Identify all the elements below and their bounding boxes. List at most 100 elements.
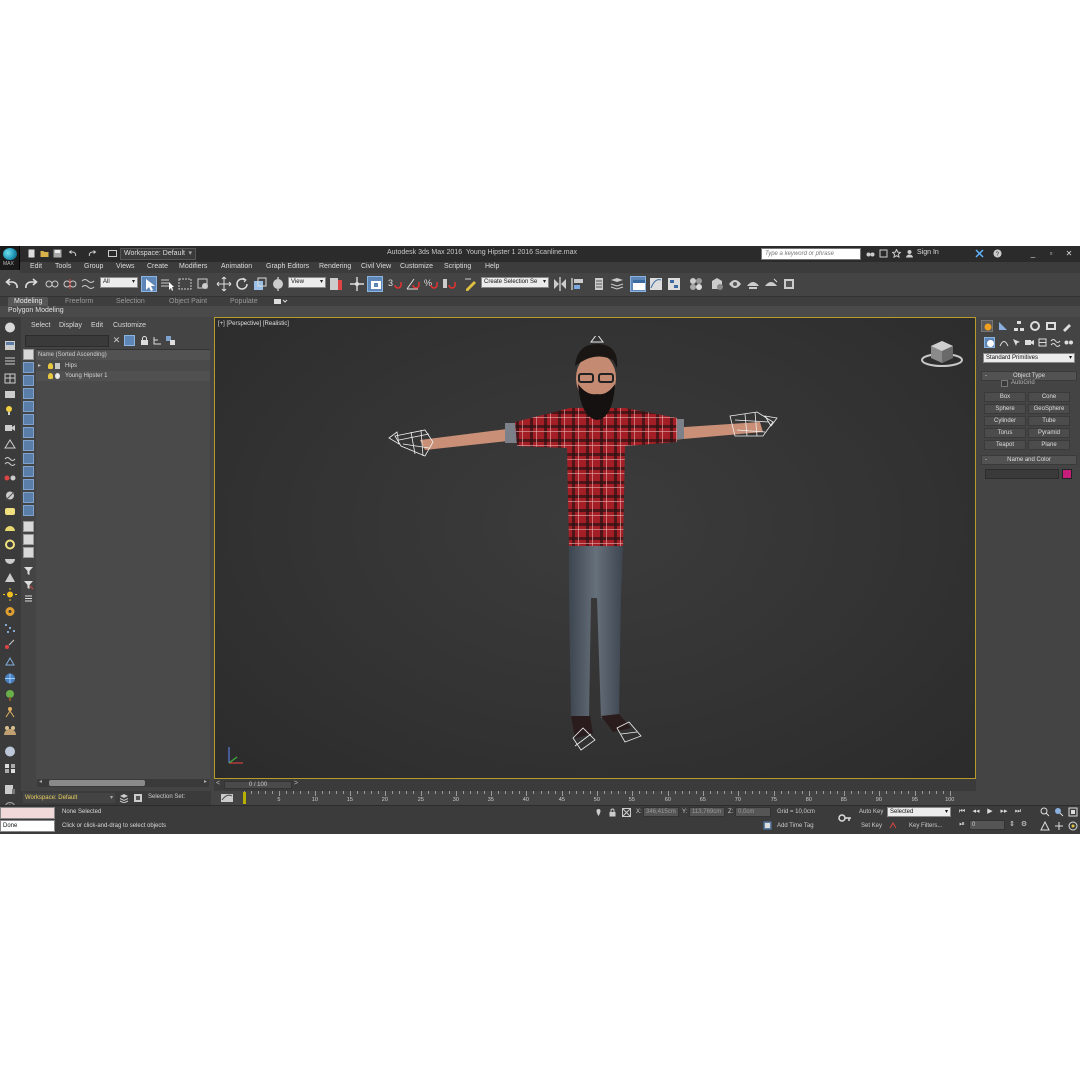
- z-coordinate-field[interactable]: 0,0cm: [735, 807, 771, 817]
- display-filter-icon[interactable]: [124, 335, 135, 346]
- menu-rendering[interactable]: Rendering: [319, 263, 351, 270]
- display-influences-icon[interactable]: [23, 534, 34, 545]
- field-of-view-icon[interactable]: [1040, 820, 1050, 831]
- object-tool-icon[interactable]: [3, 388, 17, 401]
- zoom-extents-icon[interactable]: [1068, 807, 1078, 817]
- rectangle-shape-icon[interactable]: [3, 505, 17, 518]
- pan-view-icon[interactable]: [1054, 821, 1064, 831]
- filter-geometry-icon[interactable]: [23, 362, 34, 373]
- perspective-viewport[interactable]: [+] [Perspective] [Realistic]: [214, 317, 976, 779]
- ribbon-tab-populate[interactable]: Populate: [224, 297, 264, 306]
- scroll-right-icon[interactable]: ▸: [204, 778, 207, 785]
- rendered-frame-window-icon[interactable]: [727, 276, 743, 292]
- hierarchy-tab-icon[interactable]: [1013, 320, 1025, 332]
- modify-tab-icon[interactable]: [997, 320, 1009, 332]
- new-file-icon[interactable]: [27, 249, 36, 258]
- menu-scripting[interactable]: Scripting: [444, 263, 471, 270]
- scrollbar-thumb[interactable]: [49, 780, 145, 786]
- rotate-icon[interactable]: [234, 276, 250, 292]
- systems-category-icon[interactable]: [1063, 337, 1074, 348]
- geosphere-button[interactable]: GeoSphere: [1028, 404, 1070, 414]
- ribbon-tab-freeform[interactable]: Freeform: [59, 297, 99, 306]
- key-filter-icon[interactable]: [889, 821, 898, 830]
- filter-cameras-icon[interactable]: [23, 401, 34, 412]
- place-object-icon[interactable]: [270, 276, 286, 292]
- box-button[interactable]: Box: [984, 392, 1026, 402]
- ribbon-options-icon[interactable]: [274, 298, 288, 305]
- light-tool-icon[interactable]: [3, 404, 17, 417]
- menu-views[interactable]: Views: [116, 263, 135, 270]
- sign-in-button[interactable]: Sign In: [917, 249, 939, 256]
- expand-arrow-icon[interactable]: ▸: [38, 361, 41, 371]
- key-mode-dropdown[interactable]: Selected ▾: [887, 807, 951, 817]
- viewport-label-menu[interactable]: [+] [Perspective] [Realistic]: [218, 321, 289, 327]
- sphere-button[interactable]: Sphere: [984, 404, 1026, 414]
- minimize-icon[interactable]: _: [1027, 248, 1039, 260]
- align-icon[interactable]: [570, 276, 586, 292]
- display-tab-icon[interactable]: [1045, 320, 1057, 332]
- filter-containers-icon[interactable]: [23, 479, 34, 490]
- menu-modifiers[interactable]: Modifiers: [179, 263, 207, 270]
- open-file-icon[interactable]: [40, 249, 49, 258]
- link-icon[interactable]: [44, 276, 60, 292]
- viewcube-icon[interactable]: [921, 336, 963, 368]
- reference-coordinate-dropdown[interactable]: View ▾: [288, 277, 326, 288]
- favorites-star-icon[interactable]: [892, 249, 901, 258]
- cameras-category-icon[interactable]: [1024, 337, 1035, 348]
- zoom-all-icon[interactable]: [1054, 807, 1064, 817]
- cone-button[interactable]: Cone: [1028, 392, 1070, 402]
- save-file-icon[interactable]: [53, 249, 62, 258]
- menu-help[interactable]: Help: [485, 263, 499, 270]
- pivot-center-icon[interactable]: [328, 276, 344, 292]
- filter-list-icon[interactable]: [23, 593, 34, 604]
- filter-xrefs-icon[interactable]: [23, 453, 34, 464]
- exchange-x-icon[interactable]: [975, 249, 984, 258]
- layers-tool-icon[interactable]: [3, 339, 17, 352]
- app-logo-button[interactable]: MAX: [0, 246, 20, 270]
- tree-row-hips[interactable]: ▸ Hips: [36, 361, 210, 371]
- redo-icon[interactable]: [88, 249, 97, 258]
- menu-animation[interactable]: Animation: [221, 263, 252, 270]
- spinner-snap-icon[interactable]: [441, 276, 457, 292]
- funnel-filter-icon[interactable]: [23, 565, 34, 576]
- pyramid-button[interactable]: Pyramid: [1028, 428, 1070, 438]
- key-icon[interactable]: [838, 811, 852, 825]
- subscription-icon[interactable]: [879, 249, 888, 258]
- bone-tool-icon[interactable]: [3, 655, 17, 668]
- time-configuration-icon[interactable]: ⚙: [1019, 820, 1029, 830]
- project-folder-icon[interactable]: [108, 249, 117, 258]
- material-editor-icon[interactable]: [688, 276, 704, 292]
- clear-search-icon[interactable]: ✕: [111, 335, 122, 346]
- rectangular-selection-icon[interactable]: [177, 276, 193, 292]
- schematic-view-icon[interactable]: [666, 276, 682, 292]
- tree-column-header[interactable]: Name (Sorted Ascending): [36, 350, 210, 360]
- ribbon-tab-modeling[interactable]: Modeling: [8, 297, 49, 306]
- object-color-swatch[interactable]: [1062, 469, 1072, 479]
- explorer-menu-display[interactable]: Display: [59, 322, 82, 329]
- scroll-left-icon[interactable]: ◂: [39, 778, 42, 785]
- toggle-scene-explorer-icon[interactable]: [609, 276, 625, 292]
- menu-edit[interactable]: Edit: [30, 263, 42, 270]
- render-tool-icon[interactable]: [3, 783, 17, 796]
- isolate-tool-icon[interactable]: [3, 489, 17, 502]
- redo-icon[interactable]: [23, 276, 39, 292]
- filter-all-icon[interactable]: [23, 349, 34, 360]
- scale-icon[interactable]: [252, 276, 268, 292]
- display-dependents-icon[interactable]: [23, 547, 34, 558]
- time-tag-icon[interactable]: [763, 821, 772, 830]
- mini-curve-editor-icon[interactable]: [220, 793, 234, 803]
- filter-shapes-icon[interactable]: [23, 375, 34, 386]
- maxscript-listener-input[interactable]: [0, 807, 55, 819]
- move-icon[interactable]: [216, 276, 232, 292]
- menu-create[interactable]: Create: [147, 263, 168, 270]
- torus-button[interactable]: Torus: [984, 428, 1026, 438]
- ribbon-panel-title[interactable]: Polygon Modeling: [8, 307, 64, 314]
- dome-shape-icon[interactable]: [3, 521, 17, 534]
- bind-spacewarp-icon[interactable]: [80, 276, 96, 292]
- menu-group[interactable]: Group: [84, 263, 103, 270]
- current-frame-field[interactable]: 0: [969, 820, 1005, 830]
- absolute-mode-icon[interactable]: [622, 808, 631, 817]
- binoculars-icon[interactable]: [866, 249, 875, 258]
- filter-spacewarps-icon[interactable]: [23, 427, 34, 438]
- tree-row-young-hipster[interactable]: Young Hipster 1: [36, 371, 210, 381]
